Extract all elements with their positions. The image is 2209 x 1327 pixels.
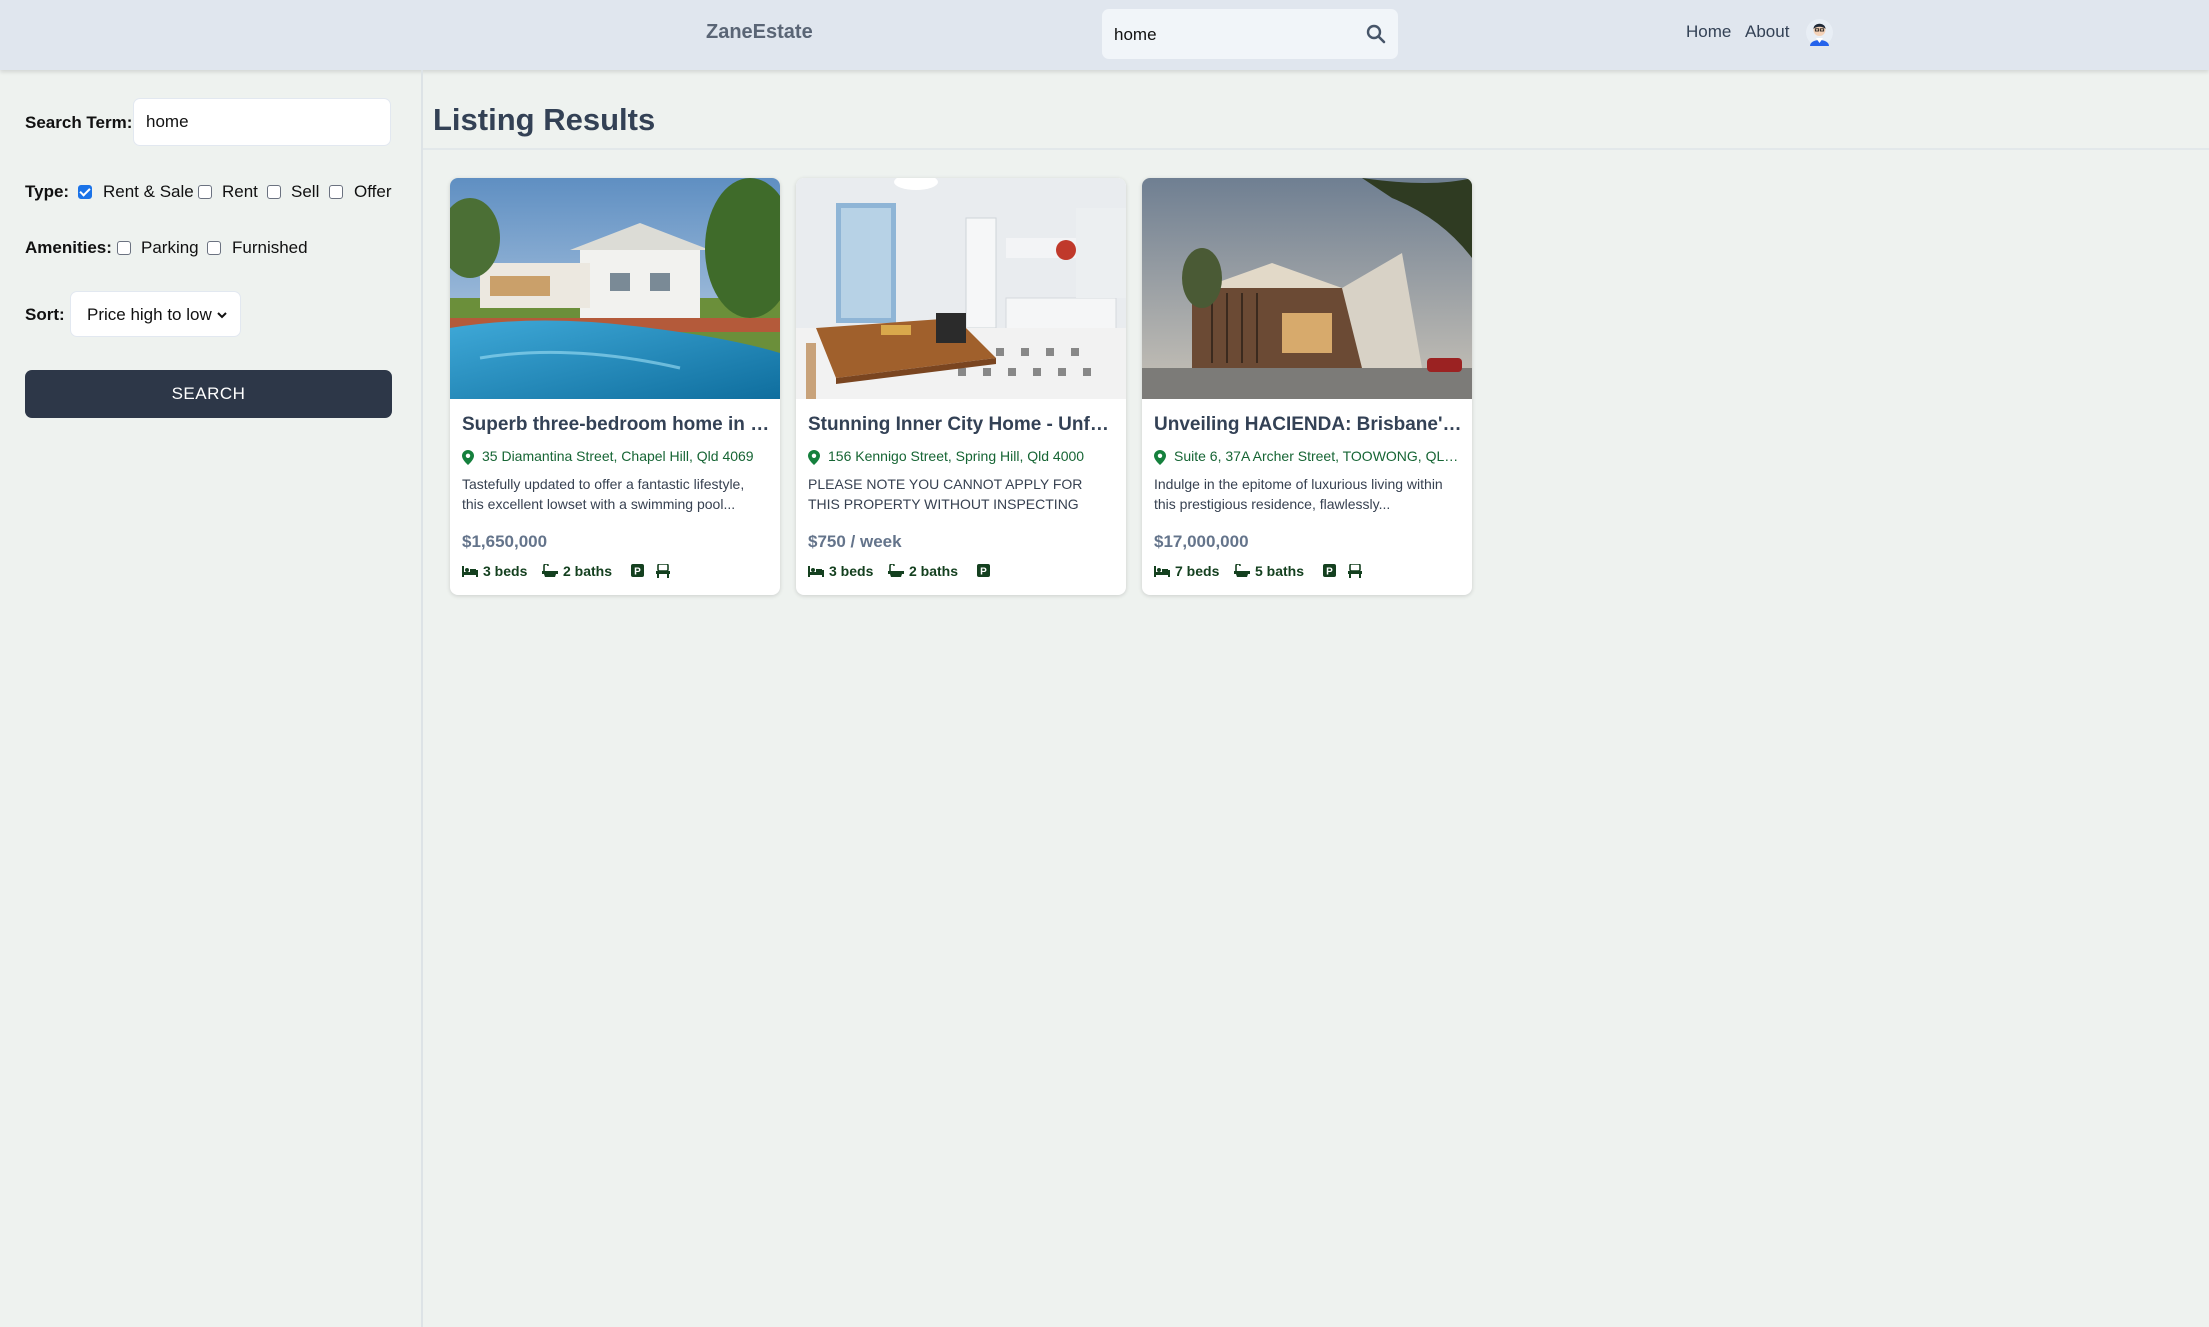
listing-image-pool-house[interactable] [450,178,780,399]
svg-text:P: P [980,567,987,578]
header-search-box [1102,9,1398,61]
parking-icon: P [1323,564,1336,578]
listing-price: $1,650,000 [462,532,548,551]
sort-select-value: Price high to low [87,305,212,324]
header-search-input[interactable] [1112,9,1356,61]
search-term-label: Search Term: [25,113,133,132]
bath-icon [1234,564,1250,577]
bed-icon [462,566,478,577]
avatar-icon[interactable] [1806,19,1833,46]
amenities-label: Amenities: [25,238,112,257]
bath-icon [542,564,558,577]
nav-about-link[interactable]: About [1745,22,1789,42]
bed-icon [808,566,824,577]
listing-address: 35 Diamantina Street, Chapel Hill, Qld 4… [482,448,754,464]
listing-title[interactable]: Unveiling HACIENDA: Brisbane's Premier R… [1154,414,1462,436]
listing-image-modern-residence[interactable] [1142,178,1472,399]
listing-card[interactable]: Stunning Inner City Home - Unfurnished 1… [796,178,1126,595]
listing-card[interactable]: Superb three-bedroom home in southern Br… [450,178,780,595]
listing-card[interactable]: Unveiling HACIENDA: Brisbane's Premier R… [1142,178,1472,595]
title-divider [423,148,2209,150]
listing-beds: 7 beds [1175,563,1220,579]
amenity-parking-checkbox[interactable] [117,241,131,255]
svg-text:P: P [1326,567,1333,578]
type-rent-label: Rent [222,182,258,201]
listing-image-kitchen[interactable] [796,178,1126,399]
type-label: Type: [25,182,70,201]
listing-baths: 2 baths [909,563,959,579]
type-offer-checkbox[interactable] [329,185,343,199]
top-header: ZaneEstate Home About [0,0,2209,70]
type-rent-sale-checkbox[interactable] [78,185,92,199]
bath-icon [888,564,904,577]
listing-baths: 2 baths [563,563,613,579]
bed-icon [1154,566,1170,577]
sort-select[interactable]: Price high to low [70,291,241,337]
amenity-parking-label: Parking [141,238,199,257]
search-term-input[interactable] [133,98,391,146]
parking-icon: P [631,564,644,578]
listing-address: 156 Kennigo Street, Spring Hill, Qld 400… [828,448,1085,464]
filter-sidebar: Search Term: Type: Rent & Sale Rent Sell… [0,70,423,1327]
nav-home-link[interactable]: Home [1686,22,1731,42]
listing-description: Tastefully updated to offer a fantastic … [462,476,745,512]
listing-address: Suite 6, 37A Archer Street, TOOWONG, QLD… [1174,448,1462,464]
listing-price: $750 / week [808,532,902,551]
parking-icon: P [977,564,990,578]
type-sell-checkbox[interactable] [267,185,281,199]
listing-baths: 5 baths [1255,563,1305,579]
chevron-down-icon [217,312,227,319]
page-title: Listing Results [433,102,656,137]
search-button[interactable]: SEARCH [25,370,392,418]
listing-description: PLEASE NOTE YOU CANNOT APPLY FOR THIS PR… [808,476,1083,512]
brand-logo[interactable]: ZaneEstate [706,21,813,44]
listing-description: Indulge in the epitome of luxurious livi… [1154,476,1443,512]
listing-title[interactable]: Stunning Inner City Home - Unfurnished [808,414,1116,436]
listing-title[interactable]: Superb three-bedroom home in southern Br… [462,414,770,436]
amenity-furnished-checkbox[interactable] [207,241,221,255]
chair-icon [1348,564,1362,578]
listing-beds: 3 beds [829,563,874,579]
chair-icon [656,564,670,578]
listing-beds: 3 beds [483,563,528,579]
listing-price: $17,000,000 [1154,532,1249,551]
type-offer-label: Offer [354,182,392,201]
svg-text:P: P [634,567,641,578]
search-icon[interactable] [1366,24,1386,44]
type-rent-checkbox[interactable] [198,185,212,199]
sort-label: Sort: [25,305,65,324]
type-rent-sale-label: Rent & Sale [103,182,194,201]
amenity-furnished-label: Furnished [232,238,308,257]
type-sell-label: Sell [291,182,320,201]
